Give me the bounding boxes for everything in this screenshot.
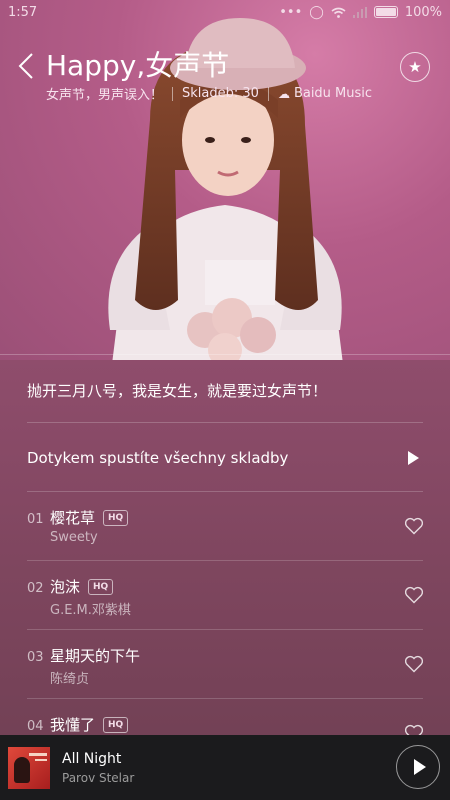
hq-badge: HQ (103, 716, 129, 733)
song-artist: G.E.M.邓紫棋 (50, 603, 131, 618)
song-title: 泡沫 HQ (50, 576, 114, 597)
star-icon[interactable]: ★ (400, 52, 430, 82)
playlist-tagline: 女声节，男声误入！ (46, 88, 164, 103)
cover-lettering (35, 758, 47, 761)
album-cover[interactable] (8, 746, 50, 789)
hero-image: 1:57 ••• ◯ 100% Happy,女声节 ★ 女声节，男声误入！ Sk… (0, 0, 450, 360)
chevron-left-icon[interactable] (14, 50, 38, 82)
play-icon (408, 451, 419, 465)
playlist-meta: 女声节，男声误入！ Skladeb: 30 ☁ Baidu Music (46, 84, 372, 103)
signal-icon (352, 6, 367, 18)
play-all-button[interactable]: Dotykem spustíte všechny skladby (27, 438, 423, 478)
now-playing-title: All Night (62, 750, 122, 767)
track-number: 03 (27, 650, 44, 665)
battery-level: 100% (404, 4, 442, 20)
song-row[interactable]: 03 星期天的下午 陈绮贞 (0, 630, 450, 699)
dots-icon: ••• (279, 4, 303, 20)
track-count: Skladeb: 30 (182, 86, 259, 101)
cover-lettering (29, 752, 47, 756)
heart-icon[interactable] (404, 586, 424, 604)
battery-icon (373, 6, 398, 18)
now-playing-artist: Parov Stelar (62, 770, 135, 785)
playlist-title: Happy,女声节 (46, 49, 230, 82)
hq-badge: HQ (103, 509, 129, 526)
track-number: 04 (27, 719, 44, 734)
song-row[interactable]: 01 樱花草 HQ Sweety (0, 492, 450, 561)
status-time: 1:57 (8, 4, 38, 20)
play-all-label: Dotykem spustíte všechny skladby (27, 449, 289, 467)
status-bar: 1:57 ••• ◯ 100% (0, 0, 450, 24)
track-number: 02 (27, 581, 44, 596)
song-artist: Sweety (50, 530, 98, 545)
now-playing-info: All Night Parov Stelar (62, 751, 134, 785)
cover-figure (14, 756, 30, 783)
source-label: Baidu Music (293, 86, 373, 101)
song-list: 01 樱花草 HQ Sweety 02 泡沫 HQ G.E.M.邓紫棋 03 星期天… (0, 492, 450, 768)
meta-divider (172, 86, 174, 101)
play-button[interactable] (396, 745, 440, 789)
cloud-icon: ☁ (277, 86, 290, 101)
divider (27, 422, 423, 423)
song-row[interactable]: 02 泡沫 HQ G.E.M.邓紫棋 (0, 561, 450, 630)
heart-icon[interactable] (404, 655, 424, 673)
meta-divider (267, 86, 269, 101)
now-playing-bar[interactable]: All Night Parov Stelar (0, 735, 450, 800)
song-title: 星期天的下午 (50, 647, 141, 665)
song-title: 樱花草 HQ (50, 507, 129, 528)
circle-icon: ◯ (309, 4, 324, 20)
play-icon (413, 759, 426, 775)
song-title: 我懂了 HQ (50, 714, 129, 735)
hero-divider (0, 354, 450, 355)
heart-icon[interactable] (404, 517, 424, 535)
hq-badge: HQ (88, 578, 114, 595)
song-artist: 陈绮贞 (50, 672, 90, 687)
track-number: 01 (27, 512, 44, 527)
playlist-description: 抛开三月八号，我是女生，就是要过女声节！ (27, 382, 328, 400)
wifi-icon (331, 7, 346, 18)
